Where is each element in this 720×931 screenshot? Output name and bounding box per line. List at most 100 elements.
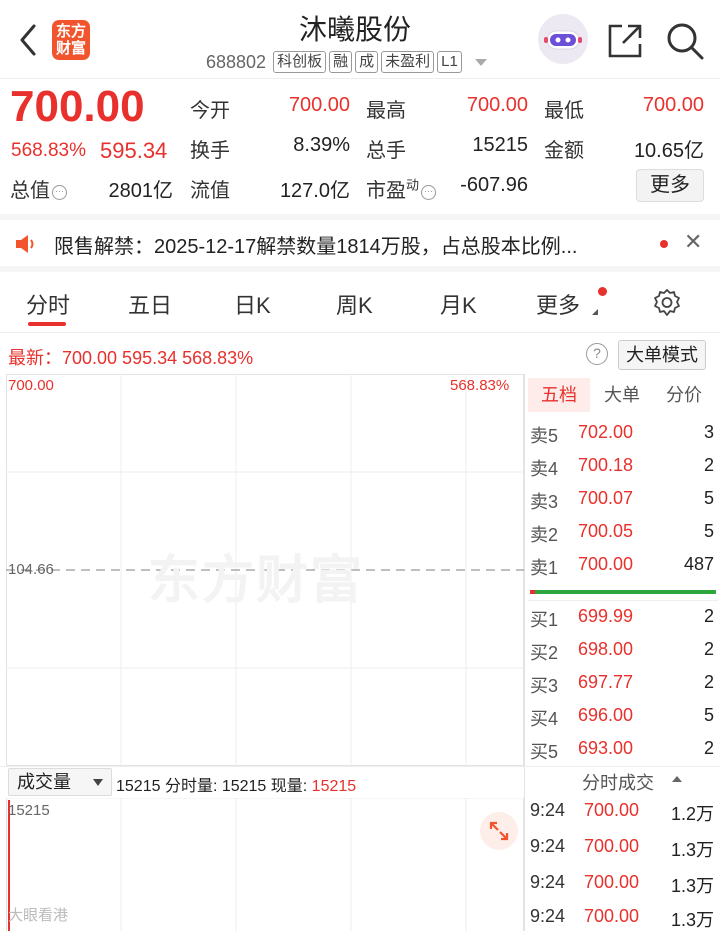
tag-component: 成 xyxy=(355,51,379,73)
corner-triangle-icon xyxy=(592,309,598,315)
search-icon[interactable] xyxy=(664,20,706,62)
help-icon[interactable]: ? xyxy=(586,343,608,365)
bid-price: 699.99 xyxy=(578,606,634,626)
turnover-value: 8.39% xyxy=(293,134,350,156)
bid-volume: 5 xyxy=(703,705,714,725)
low-value: 700.00 xyxy=(642,94,704,116)
divider xyxy=(524,374,525,931)
market-cap-label: 总值 ··· xyxy=(10,174,67,203)
tab-five-day[interactable]: 五日 xyxy=(128,288,172,320)
info-icon[interactable]: ··· xyxy=(52,185,67,200)
tab-more[interactable]: 更多 xyxy=(536,288,580,320)
big-order-mode-button[interactable]: 大单模式 xyxy=(618,340,706,370)
pe-label-sup: 动 xyxy=(406,177,420,193)
tick-volume: 1.3万 xyxy=(670,876,714,896)
ask-price: 700.00 xyxy=(578,554,634,574)
divider xyxy=(0,78,720,79)
tab-monthly-k[interactable]: 月K xyxy=(440,288,477,320)
y-axis-top-pct-label: 568.83% xyxy=(450,377,510,394)
pe-value: -607.96 xyxy=(460,174,528,196)
tick-time: 9:24 xyxy=(530,872,566,892)
ask-volume: 3 xyxy=(703,422,714,442)
divider xyxy=(0,332,720,333)
float-cap-value: 127.0亿 xyxy=(279,180,350,202)
close-icon[interactable]: ✕ xyxy=(684,229,702,255)
market-cap-label-text: 总值 xyxy=(10,180,50,202)
tick-time: 9:24 xyxy=(530,836,566,856)
stock-code-line[interactable]: 688802 科创板 融 成 未盈利 L1 xyxy=(206,50,487,74)
change-percent: 568.83% xyxy=(11,140,87,161)
tab-price-distribution[interactable]: 分价 xyxy=(654,378,714,412)
logo-text-bottom: 财富 xyxy=(55,40,86,57)
assistant-avatar[interactable] xyxy=(538,14,588,64)
ask-volume: 487 xyxy=(683,554,714,574)
ask-row: 卖5 702.00 3 xyxy=(530,422,714,452)
bid-volume: 2 xyxy=(703,738,714,758)
tick-row: 9:24 700.00 1.2万 xyxy=(530,800,714,828)
order-book-tabs: 五档 大单 分价 xyxy=(528,378,718,412)
y-axis-top-label: 700.00 xyxy=(8,377,54,394)
tab-intraday[interactable]: 分时 xyxy=(26,288,70,320)
chevron-down-icon[interactable] xyxy=(474,58,487,66)
divider xyxy=(528,600,718,601)
ask-label: 卖3 xyxy=(530,492,559,512)
share-icon[interactable] xyxy=(606,22,646,60)
ask-volume: 5 xyxy=(703,521,714,541)
tab-weekly-k[interactable]: 周K xyxy=(336,288,373,320)
open-value: 700.00 xyxy=(288,94,350,116)
bid-row: 买1 699.99 2 xyxy=(530,606,714,636)
tick-price: 700.00 xyxy=(584,906,640,926)
tag-level: L1 xyxy=(437,51,462,73)
ask-volume: 2 xyxy=(703,455,714,475)
notice-text[interactable]: 限售解禁：2025-12-17解禁数量1814万股，占总股本比例... xyxy=(54,230,577,259)
bid-label: 买1 xyxy=(530,610,559,630)
market-cap-value: 2801亿 xyxy=(108,180,174,202)
amount-label: 金额 xyxy=(544,140,584,162)
tick-volume: 1.3万 xyxy=(670,910,714,930)
low-label: 最低 xyxy=(544,100,584,122)
bid-ratio-bar xyxy=(535,590,716,594)
ask-row: 卖2 700.05 5 xyxy=(530,521,714,551)
latest-quote-line: 最新：700.00 595.34 568.83% xyxy=(8,348,254,368)
ask-label: 卖2 xyxy=(530,525,559,545)
stock-name[interactable]: 沐曦股份 xyxy=(240,8,470,48)
y-axis-mid-label: 104.66 xyxy=(8,561,54,578)
bid-price: 698.00 xyxy=(578,639,634,659)
info-icon[interactable]: ··· xyxy=(421,185,437,200)
caret-down-icon[interactable] xyxy=(93,779,103,786)
bid-label: 买5 xyxy=(530,742,559,762)
high-label: 最高 xyxy=(366,100,406,122)
tick-price: 700.00 xyxy=(584,800,640,820)
tab-big-orders[interactable]: 大单 xyxy=(592,378,652,412)
ask-price: 700.05 xyxy=(578,521,634,541)
tab-five-levels[interactable]: 五档 xyxy=(528,378,590,412)
amount-value: 10.65亿 xyxy=(633,140,704,162)
tab-daily-k[interactable]: 日K xyxy=(234,288,271,320)
volume-axis-label: 15215 xyxy=(8,802,50,819)
bid-label: 买2 xyxy=(530,643,559,663)
ask-price: 700.07 xyxy=(578,488,634,508)
float-cap-label: 流值 xyxy=(190,180,230,202)
expand-icon[interactable] xyxy=(480,812,518,850)
back-arrow-icon[interactable] xyxy=(14,22,44,58)
ask-price: 702.00 xyxy=(578,422,634,442)
more-quote-button[interactable]: 更多 xyxy=(636,169,704,202)
bid-volume: 2 xyxy=(703,672,714,692)
bid-price: 696.00 xyxy=(578,705,634,725)
bid-volume: 2 xyxy=(703,606,714,626)
caret-up-icon[interactable] xyxy=(672,776,682,782)
ask-label: 卖1 xyxy=(530,558,559,578)
bid-volume: 2 xyxy=(703,639,714,659)
tick-list-title[interactable]: 分时成交 xyxy=(582,769,654,795)
change-amount: 595.34 xyxy=(100,138,168,163)
gear-icon[interactable] xyxy=(652,288,682,318)
bid-label: 买3 xyxy=(530,676,559,696)
last-price: 700.00 xyxy=(10,82,145,131)
ask-label: 卖4 xyxy=(530,459,559,479)
speaker-icon xyxy=(16,235,34,253)
ask-row: 卖4 700.18 2 xyxy=(530,455,714,485)
tag-unprofitable: 未盈利 xyxy=(381,51,435,73)
volume-grid xyxy=(6,798,524,931)
bid-label: 买4 xyxy=(530,709,559,729)
pe-label-text: 市盈 xyxy=(366,180,406,202)
